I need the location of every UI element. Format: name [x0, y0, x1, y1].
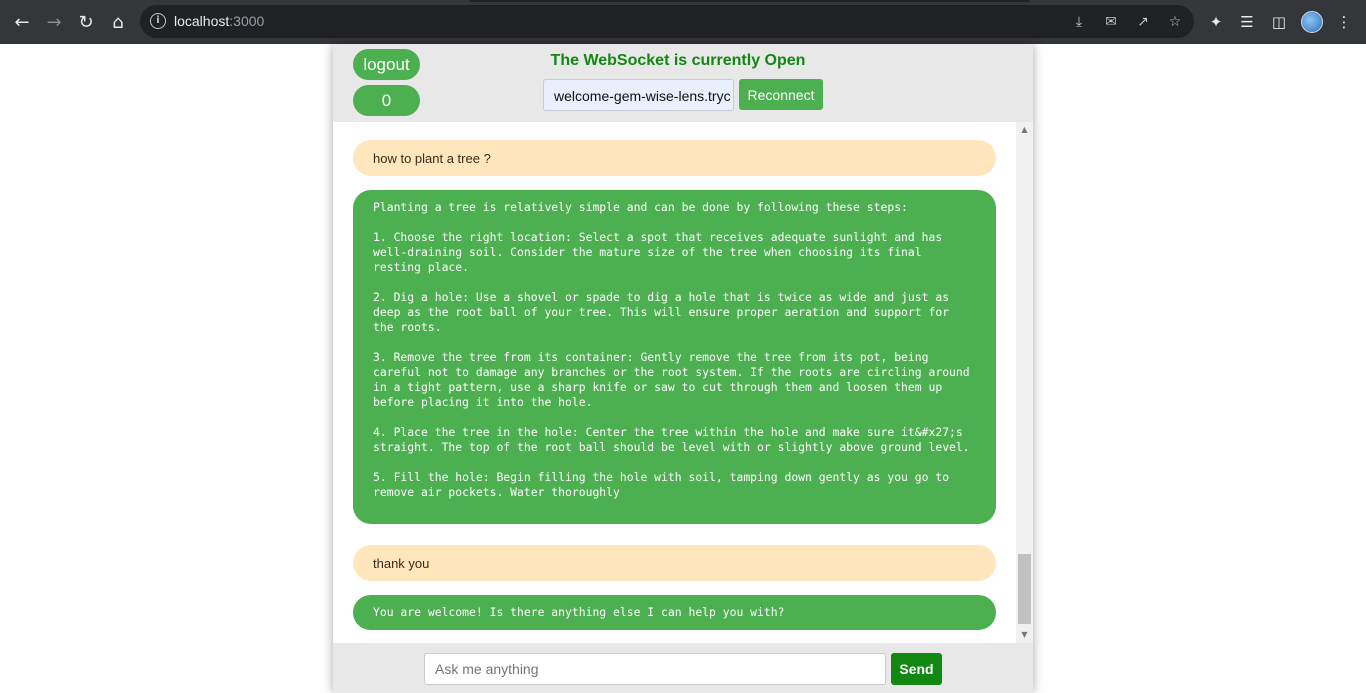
send-button[interactable]: Send	[891, 653, 942, 685]
reconnect-button[interactable]: Reconnect	[739, 79, 823, 110]
chat-scrollbar[interactable]: ▲ ▼	[1016, 122, 1033, 643]
ask-input[interactable]	[424, 653, 886, 685]
address-bar[interactable]: i localhost:3000 ⤓ ✉ ↗ ☆	[140, 5, 1194, 38]
tab-strip	[470, 0, 1030, 2]
bookmark-star-icon[interactable]: ☆	[1165, 12, 1185, 32]
chat-messages[interactable]: how to plant a tree ? Planting a tree is…	[333, 122, 1016, 643]
logout-button[interactable]: logout	[353, 49, 420, 80]
url-host: localhost	[174, 13, 230, 29]
counter-badge[interactable]: 0	[353, 85, 420, 116]
composer: Send	[333, 643, 1033, 693]
user-message: thank you	[353, 545, 996, 581]
extensions-puzzle-icon[interactable]: ✦	[1205, 11, 1227, 33]
site-info-icon[interactable]: i	[150, 13, 166, 29]
side-panel-icon[interactable]: ◫	[1268, 11, 1290, 33]
profile-avatar[interactable]	[1301, 11, 1323, 33]
media-queue-icon[interactable]: ☰	[1236, 11, 1258, 33]
forward-arrow-icon[interactable]: →	[42, 10, 66, 34]
menu-kebab-icon[interactable]: ⋮	[1333, 11, 1355, 33]
bot-message: You are welcome! Is there anything else …	[353, 595, 996, 630]
websocket-status: The WebSocket is currently Open	[550, 52, 806, 69]
app-header: logout 0 The WebSocket is currently Open…	[333, 44, 1033, 122]
share-icon[interactable]: ↗	[1133, 12, 1153, 32]
install-app-icon[interactable]: ⤓	[1069, 12, 1089, 32]
back-arrow-icon[interactable]: ←	[10, 10, 34, 34]
browser-toolbar: ← → ↻ ⌂ i localhost:3000 ⤓ ✉ ↗ ☆ ✦ ☰ ◫ ⋮	[0, 0, 1366, 44]
url-port: :3000	[229, 13, 265, 29]
scroll-up-arrow-icon[interactable]: ▲	[1016, 122, 1033, 138]
home-icon[interactable]: ⌂	[106, 10, 130, 34]
translate-icon[interactable]: ✉	[1101, 12, 1121, 32]
chat-app: logout 0 The WebSocket is currently Open…	[333, 44, 1033, 693]
scroll-down-arrow-icon[interactable]: ▼	[1016, 627, 1033, 643]
session-name-field[interactable]: welcome-gem-wise-lens.tryc	[543, 79, 734, 111]
reload-icon[interactable]: ↻	[74, 10, 98, 34]
bot-message: Planting a tree is relatively simple and…	[353, 190, 996, 524]
user-message: how to plant a tree ?	[353, 140, 996, 176]
address-url[interactable]: localhost:3000	[174, 13, 264, 29]
scrollbar-thumb[interactable]	[1018, 554, 1031, 624]
